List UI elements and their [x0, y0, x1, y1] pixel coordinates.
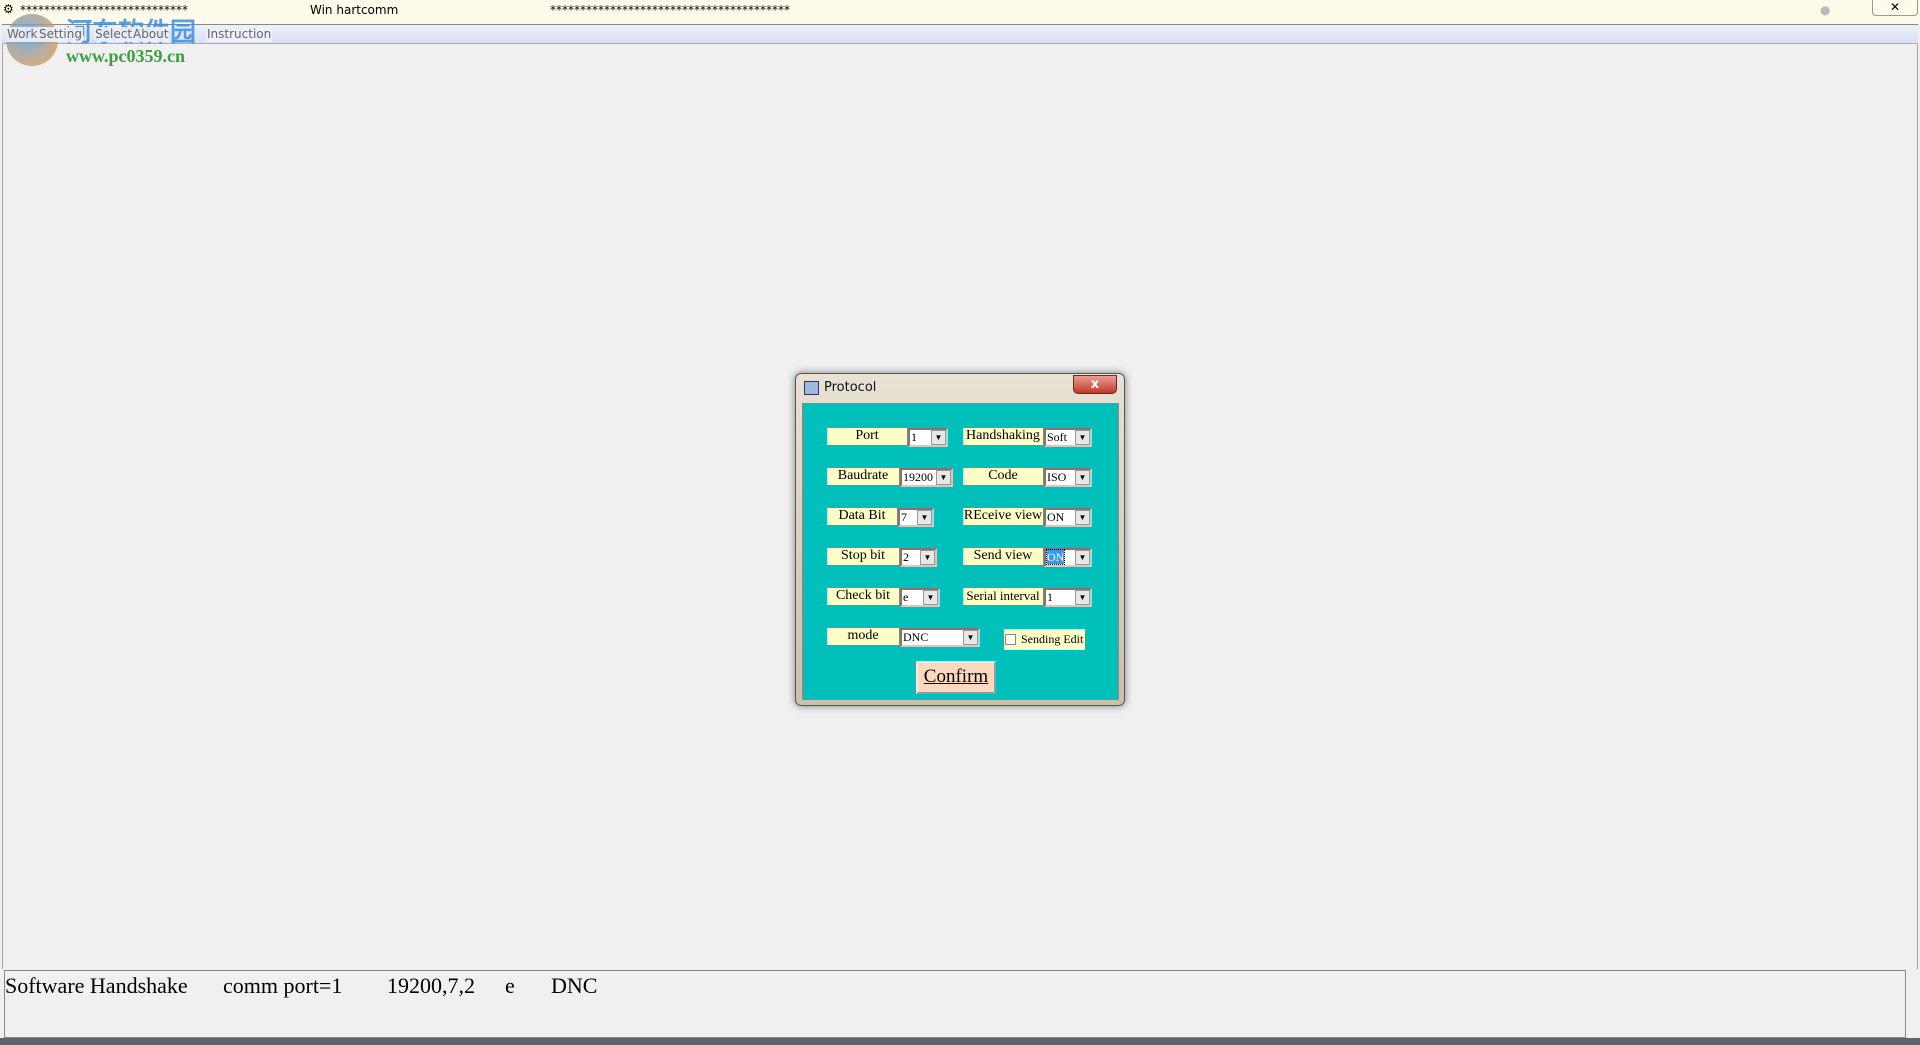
mode-value: DNC — [903, 630, 929, 644]
network-icon — [804, 381, 819, 395]
menu-bar: Work Setting Select About Instruction — [2, 24, 1918, 44]
stopbit-select[interactable]: 2 ▼ — [900, 548, 937, 567]
protocol-dialog: Protocol x Port 1 ▼ Baudrate 19200 ▼ Data … — [795, 373, 1125, 706]
port-select[interactable]: 1 ▼ — [908, 428, 948, 447]
handshaking-value: Soft — [1047, 430, 1068, 444]
dialog-close-button[interactable]: x — [1073, 375, 1117, 394]
stopbit-value: 2 — [903, 550, 909, 564]
checkbit-value: e — [903, 590, 909, 604]
chevron-down-icon[interactable]: ▼ — [963, 630, 978, 645]
chevron-down-icon[interactable]: ▼ — [917, 510, 932, 525]
status-params: 19200,7,2 — [387, 973, 475, 998]
port-value: 1 — [911, 430, 917, 444]
dialog-title: Protocol — [824, 380, 877, 395]
chevron-down-icon[interactable]: ▼ — [1075, 590, 1090, 605]
menu-about[interactable]: About — [132, 27, 170, 42]
code-label: Code — [963, 468, 1043, 485]
receive-view-select[interactable]: ON ▼ — [1044, 508, 1092, 527]
taskbar — [0, 1038, 1920, 1045]
port-label: Port — [827, 428, 907, 445]
databit-select[interactable]: 7 ▼ — [898, 508, 934, 527]
receive-view-label: REceive view — [963, 508, 1043, 525]
handshaking-label: Handshaking — [963, 428, 1043, 445]
checkbit-label: Check bit — [827, 588, 899, 605]
code-select[interactable]: ISO ▼ — [1044, 468, 1092, 487]
checkbit-select[interactable]: e ▼ — [900, 588, 940, 607]
menu-select[interactable]: Select — [94, 27, 134, 42]
window-title: Win hartcomm — [310, 3, 399, 17]
sending-edit-checkbox[interactable]: Sending Edit — [1004, 629, 1085, 650]
serial-interval-value: 1 — [1047, 590, 1053, 604]
chevron-down-icon[interactable]: ▼ — [1075, 430, 1090, 445]
mode-label: mode — [827, 628, 899, 645]
stopbit-label: Stop bit — [827, 548, 899, 565]
databit-label: Data Bit — [827, 508, 897, 525]
chevron-down-icon[interactable]: ▼ — [936, 470, 951, 485]
chevron-down-icon[interactable]: ▼ — [931, 430, 946, 445]
baudrate-label: Baudrate — [827, 468, 899, 485]
databit-value: 7 — [901, 510, 907, 524]
baudrate-value: 19200 — [903, 470, 933, 484]
serial-interval-select[interactable]: 1 ▼ — [1044, 588, 1092, 607]
status-port: comm port=1 — [223, 973, 343, 998]
status-bar: Software Handshake comm port=1 19200,7,2… — [4, 970, 1906, 1038]
status-check: e — [505, 973, 515, 998]
send-view-select[interactable]: ON ▼ — [1044, 548, 1092, 567]
chevron-down-icon[interactable]: ▼ — [923, 590, 938, 605]
status-mode: DNC — [551, 973, 598, 998]
receive-view-value: ON — [1047, 510, 1065, 524]
mode-select[interactable]: DNC ▼ — [900, 628, 980, 647]
chevron-down-icon[interactable]: ▼ — [1075, 470, 1090, 485]
status-handshake: Software Handshake — [5, 973, 188, 998]
baudrate-select[interactable]: 19200 ▼ — [900, 468, 953, 487]
menu-work[interactable]: Work — [6, 27, 39, 42]
send-view-label: Send view — [963, 548, 1043, 565]
chevron-down-icon[interactable]: ▼ — [1075, 550, 1090, 565]
menu-instruction[interactable]: Instruction — [206, 27, 273, 42]
checkbox-box[interactable] — [1005, 634, 1016, 645]
confirm-button[interactable]: Confirm — [916, 661, 996, 694]
code-value: ISO — [1047, 470, 1067, 484]
dialog-client: Port 1 ▼ Baudrate 19200 ▼ Data Bit 7 ▼ Stop… — [802, 403, 1119, 700]
serial-interval-label: Serial interval — [963, 588, 1043, 605]
chevron-down-icon[interactable]: ▼ — [1075, 510, 1090, 525]
app-icon: ⚙ — [3, 2, 14, 16]
chevron-down-icon[interactable]: ▼ — [920, 550, 935, 565]
send-view-value: ON — [1045, 549, 1066, 565]
title-bar: ⚙ **************************** Win hartc… — [0, 0, 1920, 24]
minimize-button[interactable]: ● — [1820, 3, 1830, 17]
menu-setting[interactable]: Setting — [38, 27, 83, 42]
handshaking-select[interactable]: Soft ▼ — [1044, 428, 1092, 447]
title-stars-right: **************************************** — [550, 3, 790, 17]
sending-edit-label: Sending Edit — [1021, 632, 1084, 646]
close-button[interactable]: ✕ — [1872, 0, 1918, 16]
